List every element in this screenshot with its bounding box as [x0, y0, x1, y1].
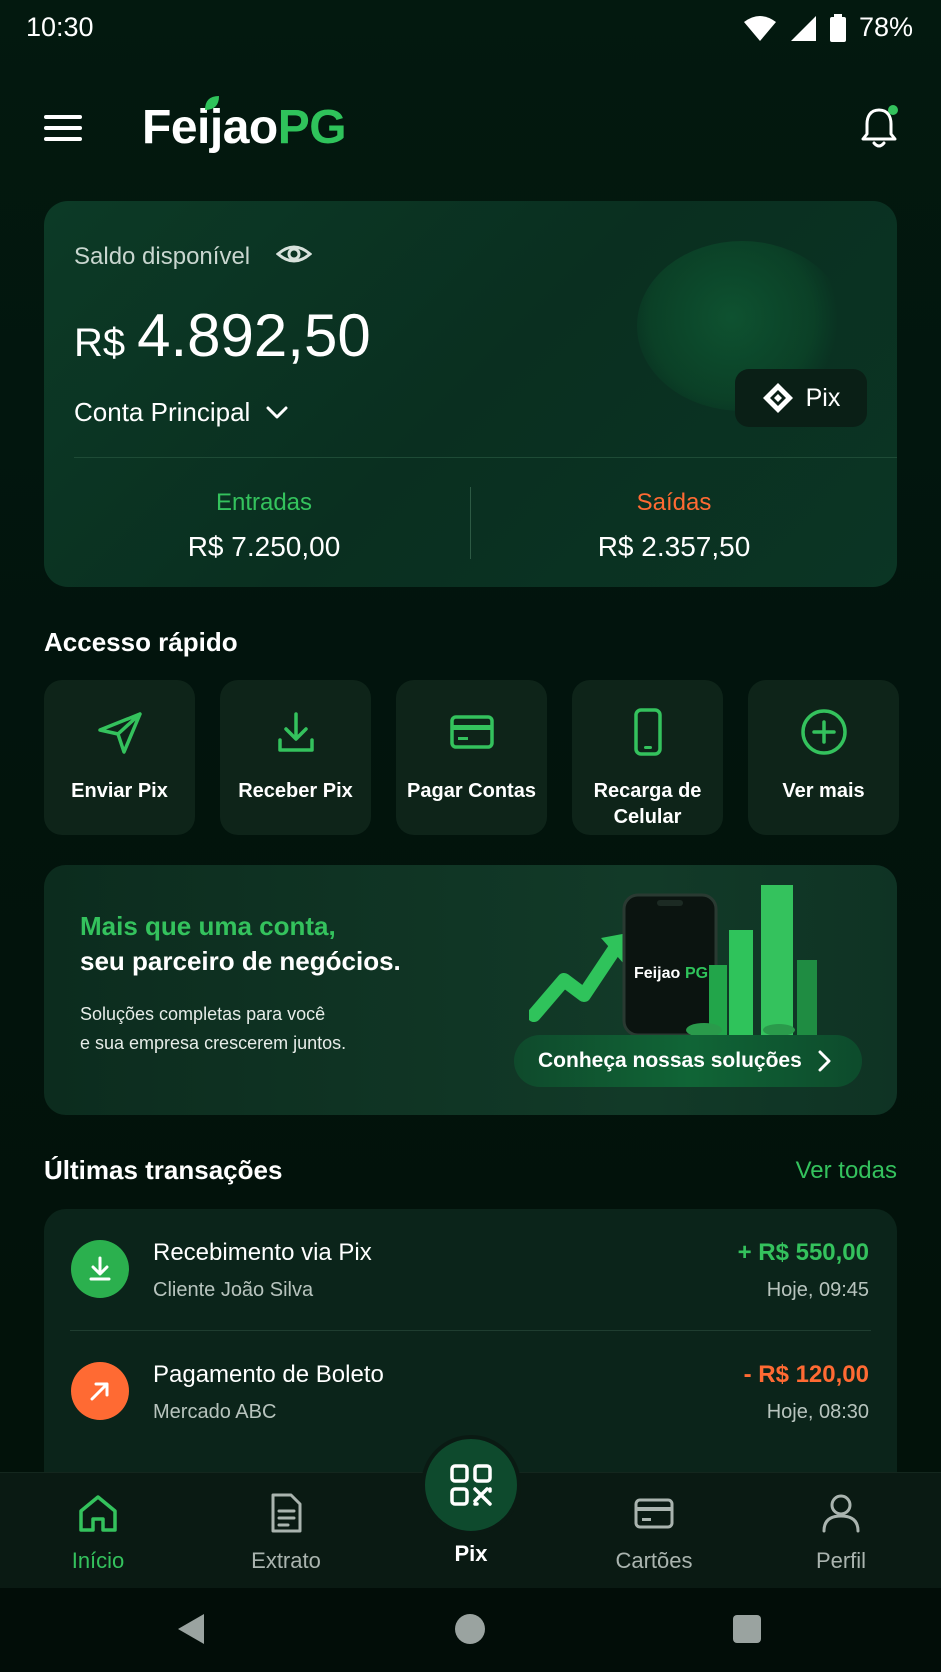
leaf-icon [205, 96, 219, 110]
nav-profile[interactable]: Perfil [771, 1491, 911, 1574]
expense-stat: Saídas R$ 2.357,50 [484, 489, 864, 563]
chevron-right-icon [818, 1050, 831, 1072]
logo-text-pg: PG [277, 101, 347, 154]
transaction-amount: + R$ 550,00 [737, 1239, 869, 1266]
income-label: Entradas [215, 489, 313, 516]
nav-cards[interactable]: Cartões [584, 1491, 724, 1574]
plus-circle-icon [800, 709, 847, 755]
battery-icon [829, 13, 846, 42]
nav-pix-button[interactable] [421, 1435, 521, 1535]
nav-label: Extrato [251, 1548, 321, 1573]
home-button-icon[interactable] [455, 1614, 485, 1644]
app-screen: 10:30 78% FeijaoPG Saldo disponível R$ 4… [0, 0, 941, 1672]
transaction-amount: - R$ 120,00 [743, 1361, 869, 1388]
transactions-title: Últimas transações [44, 1155, 283, 1185]
income-value: R$ 7.250,00 [187, 531, 341, 562]
balance-amount: R$ 4.892,50 [74, 301, 371, 370]
pix-button[interactable]: Pix [735, 369, 867, 427]
notification-bell-icon[interactable] [859, 104, 901, 150]
promo-illustration: Feijao PG [529, 885, 817, 1037]
nav-label: Início [71, 1548, 125, 1573]
transaction-row[interactable]: Recebimento via Pix Cliente João Silva +… [44, 1209, 897, 1331]
transaction-time: Hoje, 09:45 [766, 1279, 869, 1301]
promo-banner: Mais que uma conta, seu parceiro de negó… [44, 865, 897, 1115]
transaction-subtitle: Mercado ABC [153, 1401, 277, 1423]
account-selector[interactable]: Conta Principal [74, 397, 288, 428]
card-icon [449, 715, 494, 749]
promo-cta-label: Conheça nossas soluções [538, 1049, 802, 1072]
card-vertical-divider [470, 487, 471, 559]
quick-receive-pix-button[interactable]: Receber Pix [220, 680, 371, 835]
nav-home[interactable]: Início [28, 1491, 168, 1574]
quick-phone-recharge-button[interactable]: Recarga de Celular [572, 680, 723, 835]
nav-pix-label: Pix [454, 1541, 488, 1566]
promo-cta-button[interactable]: Conheça nossas soluções [514, 1035, 862, 1087]
promo-text-line2: e sua empresa crescerem juntos. [80, 1033, 347, 1053]
status-time: 10:30 [26, 12, 94, 42]
chevron-down-icon [266, 406, 288, 418]
menu-icon[interactable] [44, 112, 82, 144]
nav-label: Cartões [615, 1548, 693, 1573]
quick-see-more-button[interactable]: Ver mais [748, 680, 899, 835]
quick-label: Enviar Pix [71, 780, 168, 802]
balance-value: 4.892,50 [137, 302, 371, 369]
transaction-name: Recebimento via Pix [153, 1239, 372, 1266]
transaction-icon [71, 1362, 129, 1420]
battery-percentage: 78% [858, 12, 913, 42]
qr-code-icon [450, 1464, 492, 1506]
download-icon [277, 712, 314, 752]
app-logo: FeijaoPG [142, 96, 347, 155]
status-bar: 10:30 78% [0, 0, 941, 56]
promo-title-line2: seu parceiro de negócios. [80, 946, 401, 976]
quick-label: Pagar Contas [407, 780, 536, 802]
phone-logo-pg: PG [685, 965, 708, 982]
nav-label: Perfil [815, 1548, 867, 1573]
phone-logo-feijao: Feijao [634, 965, 680, 982]
quick-pay-bills-button[interactable]: Pagar Contas [396, 680, 547, 835]
back-icon[interactable] [176, 1612, 206, 1646]
pix-badge-label: Pix [805, 383, 841, 412]
balance-currency: R$ [74, 321, 126, 365]
arrow-up-right-icon [90, 1382, 109, 1401]
see-all-link[interactable]: Ver todas [796, 1157, 897, 1185]
promo-text-line1: Soluções completas para você [80, 1004, 326, 1024]
system-navigation-bar [0, 1588, 941, 1672]
status-icons: 78% [743, 12, 913, 43]
account-name: Conta Principal [74, 397, 251, 427]
recent-apps-icon[interactable] [733, 1615, 761, 1643]
card-icon [634, 1498, 674, 1529]
transaction-time: Hoje, 08:30 [766, 1401, 869, 1423]
promo-title-line1: Mais que uma conta, [80, 911, 336, 941]
transaction-subtitle: Cliente João Silva [153, 1279, 314, 1301]
phone-icon [633, 708, 662, 756]
wifi-icon [743, 15, 776, 41]
pix-logo-icon [762, 383, 793, 413]
transaction-name: Pagamento de Boleto [153, 1361, 384, 1388]
promo-description: Soluções completas para você e sua empre… [80, 1000, 400, 1058]
eye-icon[interactable] [276, 239, 312, 269]
home-icon [79, 1495, 117, 1532]
expense-value: R$ 2.357,50 [597, 531, 751, 562]
send-icon [97, 712, 142, 754]
quick-label: Recarga de Celular [593, 780, 702, 828]
user-icon [822, 1494, 860, 1533]
balance-label: Saldo disponível [74, 243, 251, 270]
download-icon [89, 1256, 111, 1281]
quick-label: Receber Pix [238, 780, 353, 802]
balance-card: Saldo disponível R$ 4.892,50 Conta Princi… [44, 201, 897, 587]
quick-label: Ver mais [782, 780, 865, 802]
document-icon [271, 1493, 302, 1533]
quick-access-grid: Enviar Pix Receber Pix Pagar Contas Reca… [44, 680, 899, 835]
card-divider [74, 457, 897, 458]
signal-icon [790, 15, 816, 41]
income-stat: Entradas R$ 7.250,00 [74, 489, 454, 563]
transaction-icon [71, 1240, 129, 1298]
app-header: FeijaoPG [0, 90, 941, 170]
expense-label: Saídas [636, 489, 712, 516]
quick-access-title: Accesso rápido [44, 627, 238, 657]
quick-send-pix-button[interactable]: Enviar Pix [44, 680, 195, 835]
nav-statement[interactable]: Extrato [216, 1491, 356, 1574]
